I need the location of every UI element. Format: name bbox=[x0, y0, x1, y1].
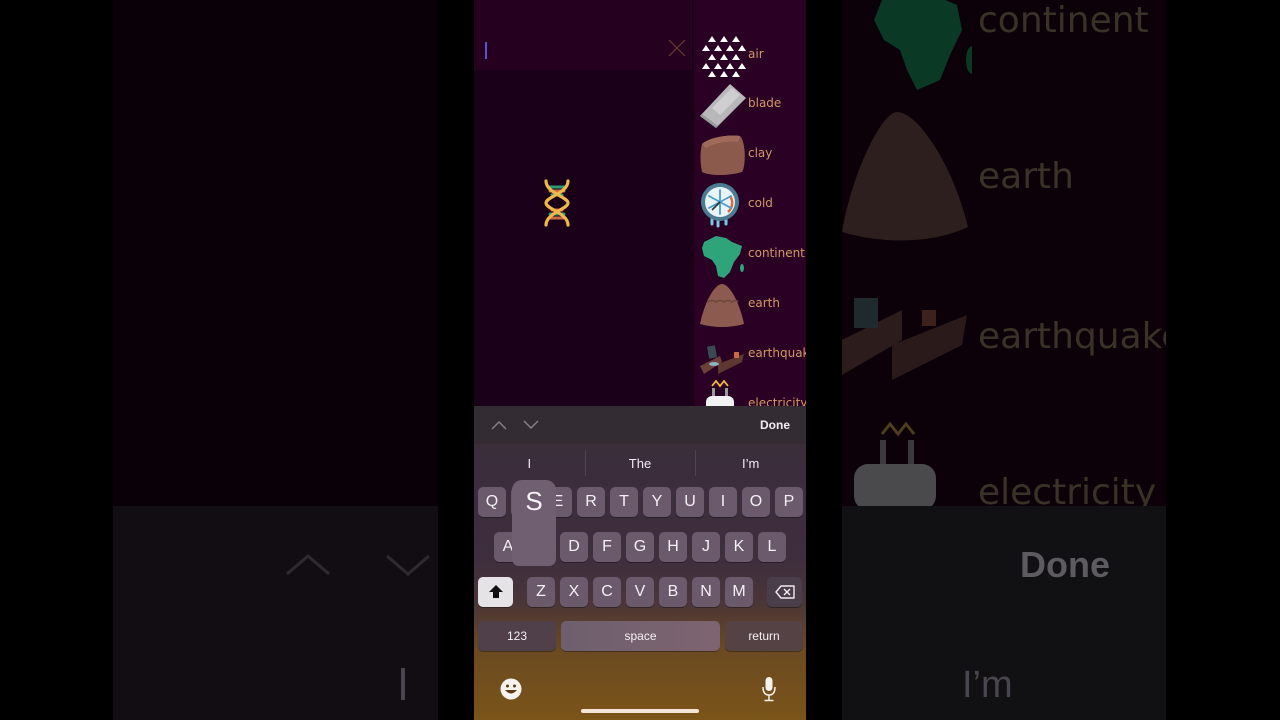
sidebar-item-blade[interactable]: blade bbox=[696, 80, 806, 128]
key-d[interactable]: D bbox=[560, 532, 588, 562]
key-n[interactable]: N bbox=[692, 577, 720, 607]
key-b[interactable]: B bbox=[659, 577, 687, 607]
key-c[interactable]: C bbox=[593, 577, 621, 607]
suggestion-2[interactable]: The bbox=[584, 449, 696, 476]
electricity-icon bbox=[854, 421, 936, 510]
continent-icon bbox=[874, 0, 972, 90]
close-icon[interactable] bbox=[668, 39, 686, 57]
key-r[interactable]: R bbox=[577, 487, 605, 517]
key-j[interactable]: J bbox=[692, 532, 720, 562]
suggestion-3[interactable]: I’m bbox=[695, 449, 806, 476]
emoji-icon[interactable] bbox=[500, 678, 522, 700]
home-indicator[interactable] bbox=[581, 709, 699, 713]
sidebar-item-cold[interactable]: cold bbox=[696, 180, 806, 228]
chevron-up-icon[interactable] bbox=[490, 418, 508, 432]
continent-icon bbox=[702, 236, 744, 278]
search-bar[interactable] bbox=[474, 0, 692, 70]
earthquake-icon bbox=[700, 345, 744, 374]
microphone-icon[interactable] bbox=[762, 676, 776, 702]
earth-icon bbox=[700, 284, 744, 327]
key-h[interactable]: H bbox=[659, 532, 687, 562]
backspace-key[interactable] bbox=[767, 577, 802, 607]
sidebar-item-electricity[interactable]: electricity bbox=[696, 378, 806, 406]
key-k[interactable]: K bbox=[725, 532, 753, 562]
key-l[interactable]: L bbox=[758, 532, 786, 562]
sidebar-item-earthquake[interactable]: earthquake bbox=[696, 330, 806, 378]
chevron-down-icon[interactable] bbox=[522, 418, 540, 432]
chevron-up-icon bbox=[286, 554, 330, 576]
cold-icon bbox=[701, 183, 739, 228]
key-q[interactable]: Q bbox=[478, 487, 506, 517]
space-key[interactable]: space bbox=[561, 621, 720, 651]
sidebar-item-continent[interactable]: continent bbox=[696, 230, 806, 278]
key-z[interactable]: Z bbox=[527, 577, 555, 607]
backdrop-done-text: Done bbox=[1020, 544, 1110, 585]
backdrop-item-earth: earth bbox=[842, 112, 1166, 242]
key-m[interactable]: M bbox=[725, 577, 753, 607]
electricity-icon bbox=[706, 380, 734, 406]
backdrop-suggestion-text: I’m bbox=[962, 664, 1013, 706]
blade-icon bbox=[700, 84, 746, 128]
shift-key[interactable] bbox=[478, 577, 513, 607]
key-popup-s: S bbox=[512, 480, 556, 566]
phone-screen: air blade clay cold continent earth eart… bbox=[474, 0, 806, 720]
key-o[interactable]: O bbox=[742, 487, 770, 517]
elements-sidebar[interactable]: air blade clay cold continent earth eart… bbox=[692, 0, 806, 406]
backdrop-suggestion-i bbox=[401, 668, 405, 700]
chevron-down-icon bbox=[386, 554, 430, 576]
sidebar-item-air[interactable]: air bbox=[696, 30, 806, 78]
key-f[interactable]: F bbox=[593, 532, 621, 562]
backdrop-item-earthquake: earthquake bbox=[842, 270, 1166, 400]
text-cursor bbox=[485, 42, 487, 59]
key-u[interactable]: U bbox=[676, 487, 704, 517]
done-button[interactable]: Done bbox=[760, 418, 790, 432]
dna-icon[interactable] bbox=[540, 179, 574, 227]
predictive-suggestions: I The I’m bbox=[474, 444, 806, 482]
backdrop-keyboard bbox=[113, 506, 438, 720]
backdrop-item-continent: continent bbox=[842, 0, 1166, 90]
sidebar-item-earth[interactable]: earth bbox=[696, 280, 806, 328]
backdrop-left bbox=[113, 0, 438, 720]
backdrop-right: continent earth earthquake electricity D… bbox=[842, 0, 1166, 720]
shift-arrow-icon bbox=[488, 585, 503, 598]
key-x[interactable]: X bbox=[560, 577, 588, 607]
numbers-key[interactable]: 123 bbox=[478, 621, 556, 651]
suggestion-1[interactable]: I bbox=[474, 456, 585, 471]
key-t[interactable]: T bbox=[610, 487, 638, 517]
return-key[interactable]: return bbox=[725, 621, 803, 651]
earthquake-icon bbox=[842, 298, 967, 380]
keyboard-accessory-bar: Done bbox=[474, 406, 806, 444]
key-v[interactable]: V bbox=[626, 577, 654, 607]
backspace-icon bbox=[774, 585, 795, 599]
ios-keyboard: Done I The I’m Q W E R T Y U I O P A D F… bbox=[474, 406, 806, 720]
key-p[interactable]: P bbox=[775, 487, 803, 517]
workspace[interactable] bbox=[474, 0, 692, 406]
key-i[interactable]: I bbox=[709, 487, 737, 517]
clay-icon bbox=[700, 135, 745, 175]
key-y[interactable]: Y bbox=[643, 487, 671, 517]
earth-icon bbox=[842, 112, 968, 241]
sidebar-item-clay[interactable]: clay bbox=[696, 130, 806, 178]
air-icon bbox=[702, 36, 746, 77]
key-g[interactable]: G bbox=[626, 532, 654, 562]
